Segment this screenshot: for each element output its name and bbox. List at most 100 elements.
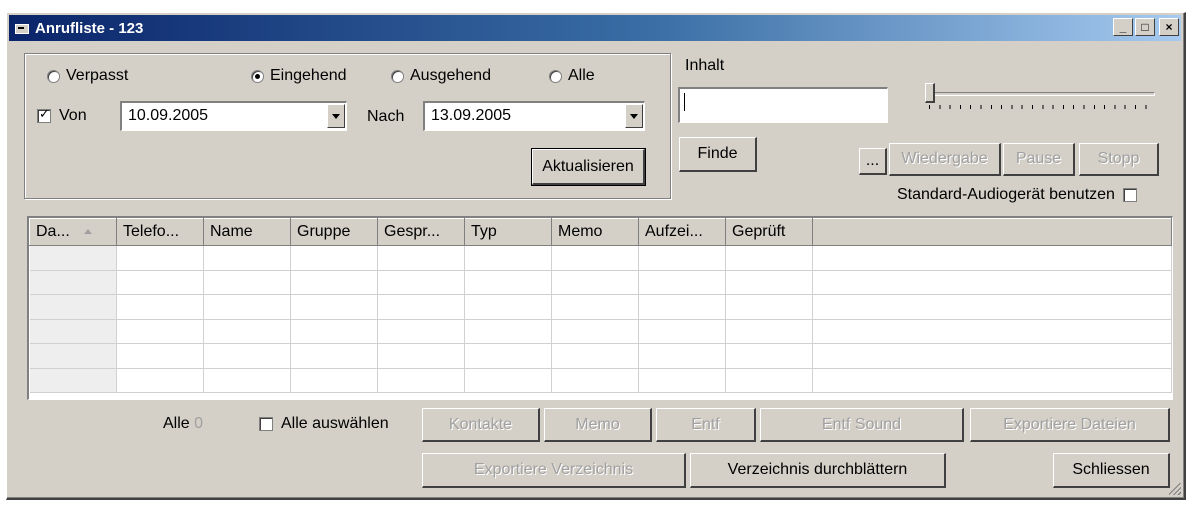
table-cell[interactable] xyxy=(203,270,291,295)
table-cell[interactable] xyxy=(290,319,378,344)
table-row[interactable] xyxy=(29,270,1172,295)
slider-thumb[interactable] xyxy=(925,83,935,103)
find-button[interactable]: Finde xyxy=(679,137,757,172)
table-cell[interactable] xyxy=(725,245,813,271)
column-header-name[interactable]: Name xyxy=(203,218,291,246)
table-cell[interactable] xyxy=(464,245,552,271)
radio-all[interactable]: Alle xyxy=(549,67,595,85)
content-search-input[interactable] xyxy=(678,87,888,123)
radio-missed-dot[interactable] xyxy=(47,69,60,83)
to-date-combo[interactable]: 13.09.2005 xyxy=(423,101,645,131)
title-bar[interactable]: Anrufliste - 123 _ □ × xyxy=(9,15,1181,41)
table-cell[interactable] xyxy=(203,368,291,393)
table-cell[interactable] xyxy=(116,294,204,320)
table-cell[interactable] xyxy=(29,294,117,320)
select-all-option[interactable]: Alle auswählen xyxy=(259,415,389,433)
table-cell[interactable] xyxy=(377,245,465,271)
table-row[interactable] xyxy=(29,245,1172,271)
export-files-button[interactable]: Exportiere Dateien xyxy=(970,408,1170,442)
table-cell[interactable] xyxy=(29,270,117,295)
default-audio-checkbox[interactable] xyxy=(1122,188,1137,202)
radio-outgoing-dot[interactable] xyxy=(391,69,404,83)
table-cell[interactable] xyxy=(203,294,291,320)
table-cell[interactable] xyxy=(29,368,117,393)
chevron-down-icon[interactable] xyxy=(327,104,345,128)
table-cell[interactable] xyxy=(638,319,726,344)
browse-directory-button[interactable]: Verzeichnis durchblättern xyxy=(690,453,946,488)
table-row[interactable] xyxy=(29,319,1172,344)
table-cell[interactable] xyxy=(377,319,465,344)
table-cell[interactable] xyxy=(290,270,378,295)
table-row[interactable] xyxy=(29,294,1172,320)
refresh-button[interactable]: Aktualisieren xyxy=(531,148,646,186)
table-cell[interactable] xyxy=(116,245,204,271)
table-cell[interactable] xyxy=(812,319,1172,344)
table-cell[interactable] xyxy=(464,294,552,320)
table-cell[interactable] xyxy=(725,319,813,344)
table-cell[interactable] xyxy=(638,270,726,295)
table-cell[interactable] xyxy=(551,294,639,320)
default-audio-option[interactable]: Standard-Audiogerät benutzen xyxy=(897,186,1137,204)
playback-position-slider[interactable] xyxy=(919,81,1163,117)
table-cell[interactable] xyxy=(812,343,1172,369)
table-cell[interactable] xyxy=(551,270,639,295)
table-cell[interactable] xyxy=(812,368,1172,393)
table-cell[interactable] xyxy=(638,294,726,320)
table-cell[interactable] xyxy=(725,368,813,393)
column-header-phone[interactable]: Telefo... xyxy=(116,218,204,246)
table-cell[interactable] xyxy=(812,245,1172,271)
table-cell[interactable] xyxy=(29,245,117,271)
close-button[interactable]: Schliessen xyxy=(1053,453,1170,488)
table-cell[interactable] xyxy=(29,343,117,369)
column-header-memo[interactable]: Memo xyxy=(551,218,639,246)
table-cell[interactable] xyxy=(203,245,291,271)
table-cell[interactable] xyxy=(29,319,117,344)
minimize-button[interactable]: _ xyxy=(1113,18,1133,36)
table-cell[interactable] xyxy=(725,294,813,320)
table-cell[interactable] xyxy=(551,368,639,393)
table-cell[interactable] xyxy=(638,368,726,393)
radio-missed[interactable]: Verpasst xyxy=(47,67,128,85)
contacts-button[interactable]: Kontakte xyxy=(422,408,540,442)
column-header-type[interactable]: Typ xyxy=(464,218,552,246)
table-cell[interactable] xyxy=(377,343,465,369)
table-cell[interactable] xyxy=(377,294,465,320)
table-cell[interactable] xyxy=(116,270,204,295)
table-cell[interactable] xyxy=(290,245,378,271)
table-cell[interactable] xyxy=(203,319,291,344)
table-cell[interactable] xyxy=(116,368,204,393)
table-cell[interactable] xyxy=(464,343,552,369)
column-header-recording[interactable]: Aufzei... xyxy=(638,218,726,246)
table-cell[interactable] xyxy=(116,343,204,369)
radio-incoming-dot[interactable] xyxy=(251,69,264,83)
column-header-duration[interactable]: Gespr... xyxy=(377,218,465,246)
table-cell[interactable] xyxy=(725,343,813,369)
stop-button[interactable]: Stopp xyxy=(1079,143,1159,176)
delete-button[interactable]: Entf xyxy=(656,408,756,442)
column-header-group[interactable]: Gruppe xyxy=(290,218,378,246)
close-window-button[interactable]: × xyxy=(1159,18,1179,36)
table-cell[interactable] xyxy=(725,270,813,295)
table-cell[interactable] xyxy=(377,270,465,295)
table-cell[interactable] xyxy=(551,319,639,344)
pause-button[interactable]: Pause xyxy=(1003,143,1075,176)
table-cell[interactable] xyxy=(812,270,1172,295)
table-row[interactable] xyxy=(29,343,1172,369)
table-cell[interactable] xyxy=(551,343,639,369)
table-cell[interactable] xyxy=(638,245,726,271)
column-header-checked[interactable]: Geprüft xyxy=(725,218,813,246)
table-cell[interactable] xyxy=(464,368,552,393)
radio-incoming[interactable]: Eingehend xyxy=(251,67,347,85)
table-cell[interactable] xyxy=(464,270,552,295)
chevron-down-icon[interactable] xyxy=(625,104,643,128)
maximize-button[interactable]: □ xyxy=(1135,18,1155,36)
from-checkbox-box[interactable] xyxy=(37,107,51,123)
table-cell[interactable] xyxy=(812,294,1172,320)
play-button[interactable]: Wiedergabe xyxy=(889,143,1001,176)
radio-outgoing[interactable]: Ausgehend xyxy=(391,67,491,85)
column-header-date[interactable]: Da... xyxy=(29,218,117,246)
export-directory-button[interactable]: Exportiere Verzeichnis xyxy=(422,453,686,488)
table-cell[interactable] xyxy=(464,319,552,344)
resize-grip-icon[interactable] xyxy=(1169,483,1181,495)
table-cell[interactable] xyxy=(377,368,465,393)
